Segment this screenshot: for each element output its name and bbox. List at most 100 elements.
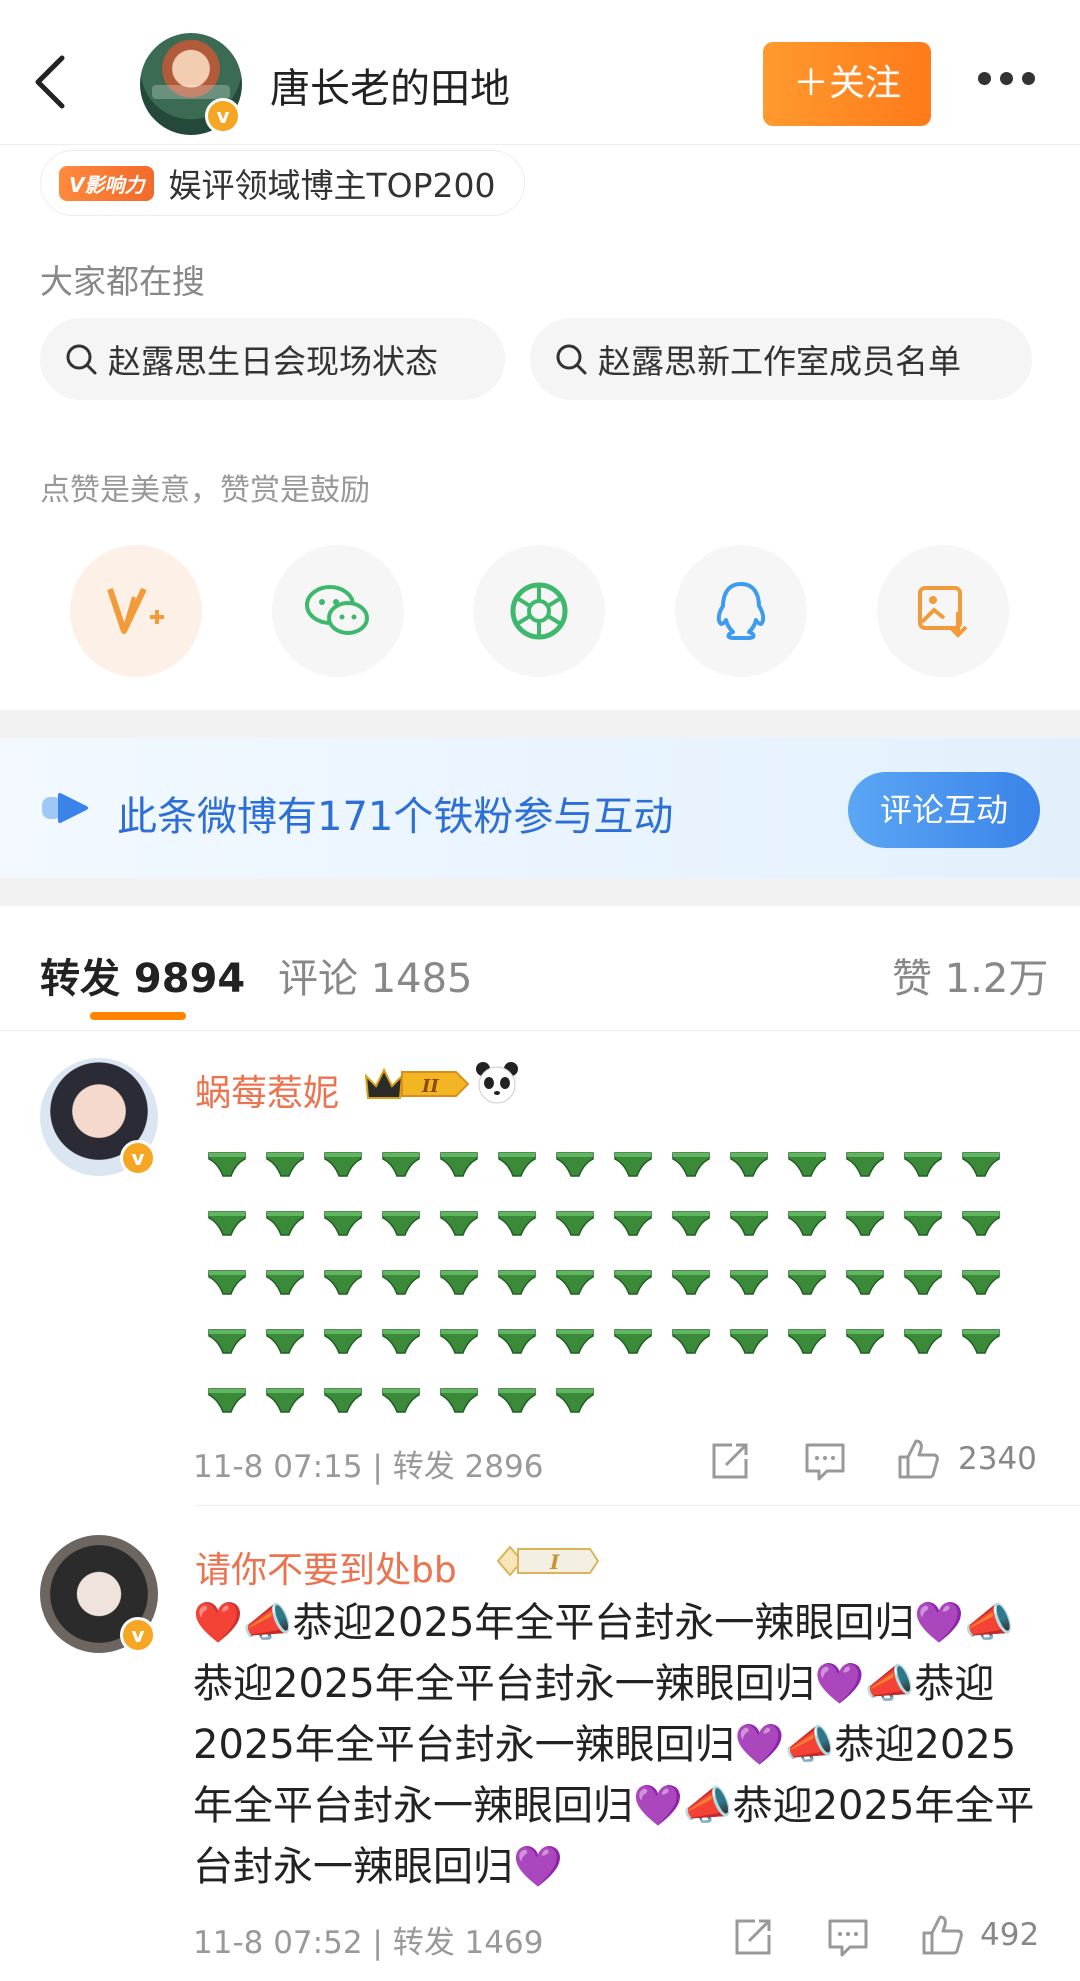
search-icon: [556, 344, 587, 375]
green-underwear-emoji-icon: [256, 1193, 314, 1252]
badge-level-text: II: [421, 1076, 439, 1097]
green-underwear-emoji-icon: [720, 1193, 778, 1252]
top-bar: v 唐长老的田地 ＋关注: [0, 0, 1080, 145]
green-underwear-emoji-icon: [720, 1311, 778, 1370]
green-underwear-emoji-icon: [894, 1252, 952, 1311]
green-underwear-emoji-icon: [372, 1134, 430, 1193]
green-underwear-emoji-icon: [952, 1193, 1010, 1252]
reward-tip: 点赞是美意，赞赏是鼓励: [40, 473, 370, 508]
green-underwear-emoji-icon: [604, 1134, 662, 1193]
green-underwear-emoji-icon: [430, 1134, 488, 1193]
moments-share-button[interactable]: [473, 545, 605, 677]
trending-item-label: 赵露思新工作室成员名单: [598, 342, 961, 381]
comment-icon[interactable]: [826, 1915, 870, 1959]
green-underwear-emoji-icon: [952, 1252, 1010, 1311]
wechat-icon: [305, 585, 369, 635]
green-underwear-emoji-icon: [256, 1311, 314, 1370]
weibo-v-plus-icon: [107, 587, 164, 634]
comment-text: ❤️📣恭迎2025年全平台封永一辣眼回归💜📣恭迎2025年全平台封永一辣眼回归💜…: [193, 1600, 1035, 1890]
like-icon[interactable]: [920, 1913, 964, 1957]
qq-icon: [716, 582, 766, 640]
green-underwear-emoji-icon: [604, 1252, 662, 1311]
fan-interaction-banner: 此条微博有171个铁粉参与互动 评论互动: [0, 738, 1080, 878]
green-underwear-emoji-icon: [430, 1311, 488, 1370]
green-underwear-emoji-icon: [314, 1370, 372, 1429]
influence-chip[interactable]: V影响力 娱评领域博主TOP200: [40, 150, 525, 216]
panda-icon: [476, 1062, 518, 1104]
commenter-name[interactable]: 请你不要到处bb: [195, 1541, 457, 1593]
influence-text: 娱评领域博主TOP200: [168, 166, 496, 205]
emoji-row: [198, 1252, 1028, 1311]
green-underwear-emoji-icon: [778, 1134, 836, 1193]
verified-badge-icon: v: [205, 98, 241, 134]
green-underwear-emoji-icon: [198, 1311, 256, 1370]
follow-button[interactable]: ＋关注: [763, 42, 931, 126]
green-underwear-emoji-icon: [372, 1252, 430, 1311]
interaction-tabs: 转发 9894 评论 1485 赞 1.2万: [0, 906, 1080, 1031]
green-underwear-emoji-icon: [430, 1193, 488, 1252]
crown-badge-icon: II: [364, 1067, 470, 1099]
comment-icon[interactable]: [803, 1439, 847, 1483]
save-image-button[interactable]: [877, 545, 1009, 677]
green-underwear-emoji-icon: [662, 1193, 720, 1252]
green-underwear-emoji-icon: [662, 1252, 720, 1311]
comment-interact-button[interactable]: 评论互动: [848, 772, 1040, 848]
comment-meta: 11-8 07:52 | 转发 1469: [193, 1925, 544, 1961]
green-underwear-emoji-icon: [314, 1134, 372, 1193]
author-name[interactable]: 唐长老的田地: [270, 56, 510, 114]
green-underwear-emoji-icon: [604, 1311, 662, 1370]
repost-count: 转发 2896: [392, 1449, 544, 1485]
share-icon[interactable]: [708, 1439, 752, 1483]
green-underwear-emoji-icon: [662, 1311, 720, 1370]
green-underwear-emoji-icon: [198, 1252, 256, 1311]
active-tab-indicator: [90, 1012, 186, 1020]
wechat-share-button[interactable]: [272, 545, 404, 677]
tab-likes[interactable]: 赞 1.2万: [892, 946, 1048, 1004]
moments-icon: [510, 582, 568, 640]
green-underwear-emoji-icon: [198, 1134, 256, 1193]
emoji-row: [198, 1370, 1028, 1429]
like-count: 2340: [958, 1441, 1037, 1477]
weibo-v-plus-button[interactable]: [70, 545, 202, 677]
section-divider: [0, 710, 1080, 738]
comment-time: 11-8 07:15: [193, 1449, 363, 1485]
green-underwear-emoji-icon: [836, 1311, 894, 1370]
green-underwear-emoji-icon: [372, 1193, 430, 1252]
green-underwear-emoji-icon: [778, 1311, 836, 1370]
green-underwear-emoji-icon: [488, 1134, 546, 1193]
green-underwear-emoji-icon: [488, 1370, 546, 1429]
green-underwear-emoji-icon: [372, 1311, 430, 1370]
green-underwear-emoji-icon: [894, 1311, 952, 1370]
qq-share-button[interactable]: [675, 545, 807, 677]
search-icon: [66, 344, 97, 375]
tab-comments[interactable]: 评论 1485: [278, 946, 473, 1004]
influence-tag: V影响力: [59, 165, 155, 201]
green-underwear-emoji-icon: [894, 1193, 952, 1252]
fans-icon: [42, 793, 88, 823]
share-icon[interactable]: [731, 1915, 775, 1959]
emoji-row: [198, 1193, 1028, 1252]
section-divider: [0, 878, 1080, 906]
save-image-icon: [918, 586, 968, 638]
back-arrow-icon[interactable]: [30, 52, 70, 112]
like-icon[interactable]: [896, 1437, 940, 1481]
emoji-row: [198, 1311, 1028, 1370]
green-underwear-emoji-icon: [546, 1252, 604, 1311]
green-underwear-emoji-icon: [488, 1311, 546, 1370]
green-underwear-emoji-icon: [952, 1134, 1010, 1193]
green-underwear-emoji-icon: [256, 1134, 314, 1193]
green-underwear-emoji-icon: [546, 1134, 604, 1193]
commenter-name[interactable]: 蜗莓惹妮: [195, 1064, 339, 1116]
more-dots-icon[interactable]: [978, 70, 1074, 94]
tab-reposts[interactable]: 转发 9894: [40, 946, 245, 1004]
green-underwear-emoji-icon: [546, 1311, 604, 1370]
green-underwear-emoji-icon: [778, 1252, 836, 1311]
green-underwear-emoji-icon: [256, 1370, 314, 1429]
like-count: 492: [980, 1917, 1040, 1953]
green-underwear-emoji-icon: [836, 1134, 894, 1193]
trending-item[interactable]: 赵露思新工作室成员名单: [530, 318, 1032, 400]
green-underwear-emoji-icon: [198, 1370, 256, 1429]
green-underwear-emoji-icon: [372, 1370, 430, 1429]
trending-item[interactable]: 赵露思生日会现场状态: [40, 318, 505, 400]
green-underwear-emoji-icon: [662, 1134, 720, 1193]
